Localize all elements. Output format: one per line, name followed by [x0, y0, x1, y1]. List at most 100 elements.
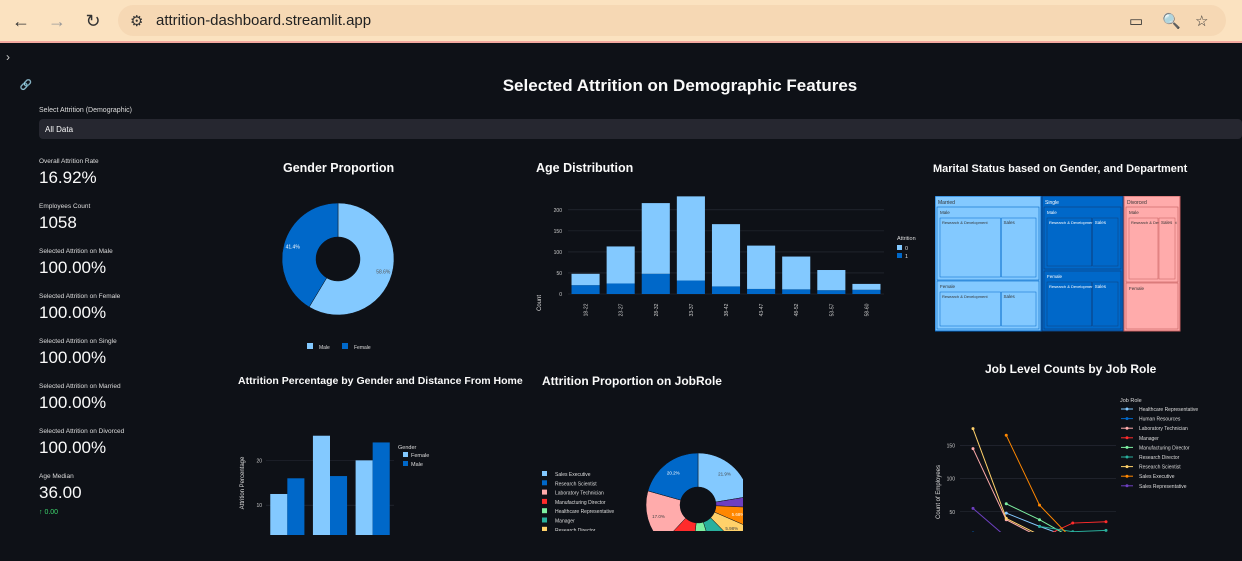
treemap-leaf-label: Research & Development — [1049, 220, 1095, 225]
bar-attrition-1 — [852, 289, 881, 294]
series-point — [971, 506, 975, 510]
treemap-leaf — [1046, 217, 1092, 267]
legend-label: Research Scientist — [555, 481, 597, 487]
forward-arrow-icon[interactable]: → — [45, 9, 69, 33]
slice-label: 41.4% — [286, 244, 301, 250]
treemap-leaf-label: Research & Development — [1049, 284, 1095, 289]
treemap-leaf-label: Sales — [1095, 284, 1107, 289]
bookmark-star-icon[interactable]: ☆ — [1195, 12, 1208, 30]
treemap-subgroup-label: Female — [1129, 286, 1145, 291]
bar-attrition-0 — [606, 246, 635, 284]
series-point — [1038, 524, 1041, 528]
y-tick-label: 20 — [256, 458, 262, 464]
x-tick-label: 53-57 — [829, 303, 835, 316]
treemap-subgroup-label: Male — [1129, 210, 1139, 215]
marital-chart-title: Marital Status based on Gender, and Depa… — [933, 163, 1188, 175]
series-point — [1004, 433, 1008, 437]
treemap-group-label: Married — [938, 200, 955, 206]
treemap-leaf-label: Sales — [1003, 294, 1015, 299]
back-arrow-icon[interactable]: ← — [9, 9, 33, 33]
legend-label: Female — [354, 345, 371, 351]
address-bar[interactable]: ⚙ attrition-dashboard.streamlit.app ▭ 🔍 … — [118, 5, 1226, 36]
treemap-subgroup-label: Female — [940, 284, 956, 289]
treemap-leaf-label: Research & Development — [942, 294, 988, 299]
x-tick-label: 38-42 — [724, 303, 730, 316]
install-app-icon[interactable]: ▭ — [1129, 12, 1143, 30]
treemap-leaf — [1092, 217, 1119, 267]
treemap-group-label: Divorced — [1127, 200, 1147, 206]
zoom-icon[interactable]: 🔍 — [1162, 12, 1181, 30]
series-point — [1104, 528, 1108, 532]
bar-male — [287, 478, 305, 535]
legend-label: Laboratory Technician — [1139, 426, 1188, 432]
metric-attrition-married: Selected Attrition on Married 100.00% — [39, 383, 121, 413]
bar-attrition-0 — [571, 273, 600, 286]
joblevel-chart-title: Job Level Counts by Job Role — [985, 362, 1157, 376]
legend-swatch — [542, 480, 547, 486]
series-point — [1038, 518, 1041, 522]
metric-label: Selected Attrition on Female — [39, 293, 121, 300]
page-title: Selected Attrition on Demographic Featur… — [502, 76, 858, 95]
series-point — [1004, 502, 1008, 506]
select-label: Select Attrition (Demographic) — [39, 107, 132, 114]
anchor-link-icon[interactable]: 🔗 — [19, 80, 33, 94]
legend-swatch — [342, 343, 348, 349]
metric-age-median: Age Median 36.00 — [39, 473, 82, 503]
metric-value: 100.00% — [39, 258, 107, 277]
legend-label: Male — [411, 462, 423, 468]
bar-attrition-1 — [782, 289, 811, 294]
legend-swatch-dot — [1125, 426, 1129, 430]
bar-attrition-0 — [676, 196, 705, 281]
x-tick-label: 28-32 — [654, 303, 660, 316]
legend-title: Job Role — [1120, 398, 1142, 404]
x-tick-label: 48-52 — [794, 303, 800, 316]
legend-label: Male — [319, 345, 330, 351]
legend-label: Manufacturing Director — [555, 500, 606, 506]
y-tick-label: 150 — [554, 229, 563, 235]
bar-attrition-1 — [606, 283, 635, 294]
bar-attrition-0 — [641, 203, 670, 274]
bar-attrition-0 — [817, 270, 846, 291]
jobrole-pie-chart: 21.9%5.68%5.98%7.43%6.32%10.1%17.0%20.2%… — [542, 452, 743, 531]
browser-toolbar: ← → ↻ ⚙ attrition-dashboard.streamlit.ap… — [0, 0, 1242, 43]
attrition-select[interactable]: All Data — [39, 119, 1242, 139]
legend-title: Gender — [398, 445, 417, 451]
metric-value: 100.00% — [39, 303, 107, 322]
legend-swatch — [542, 517, 547, 523]
legend-label: Sales Executive — [1139, 474, 1175, 480]
legend-label: 0 — [905, 246, 908, 252]
legend-label: Manufacturing Director — [1139, 445, 1190, 451]
legend-label: Female — [411, 453, 429, 459]
treemap-leaf — [1128, 217, 1159, 280]
series-point — [1071, 521, 1075, 525]
bar-attrition-1 — [747, 288, 776, 294]
legend-swatch-dot — [1125, 436, 1129, 440]
legend-label: Healthcare Representative — [555, 509, 614, 515]
x-tick-label: 23-27 — [619, 303, 625, 316]
y-tick-label: 0 — [559, 292, 562, 298]
slice-label: 58.6% — [376, 270, 391, 276]
slice-label: 17.0% — [652, 514, 665, 519]
pie-slice — [697, 452, 743, 503]
y-tick-label: 150 — [947, 443, 956, 449]
gender-chart-title: Gender Proportion — [283, 161, 395, 175]
legend-swatch — [307, 343, 313, 349]
legend-swatch — [403, 461, 408, 466]
legend-title: Attrition — [897, 236, 916, 242]
y-tick-label: 200 — [554, 208, 563, 214]
metric-value: 100.00% — [39, 438, 107, 457]
reload-icon[interactable]: ↻ — [81, 9, 105, 33]
bar-attrition-1 — [817, 290, 846, 294]
legend-swatch — [542, 498, 547, 504]
select-value: All Data — [45, 125, 74, 134]
sidebar-expand-icon[interactable]: › — [6, 50, 10, 64]
treemap-subgroup-label: Female — [1047, 274, 1063, 279]
x-tick-label: 58-60 — [864, 303, 870, 316]
site-settings-icon[interactable]: ⚙ — [130, 12, 143, 30]
metric-value: 100.00% — [39, 348, 107, 367]
y-tick-label: 100 — [554, 250, 563, 256]
legend-label: Research Scientist — [1139, 465, 1181, 471]
treemap-subgroup-label: Male — [940, 210, 950, 215]
legend-label: 1 — [905, 254, 908, 260]
series-point — [1104, 520, 1108, 524]
